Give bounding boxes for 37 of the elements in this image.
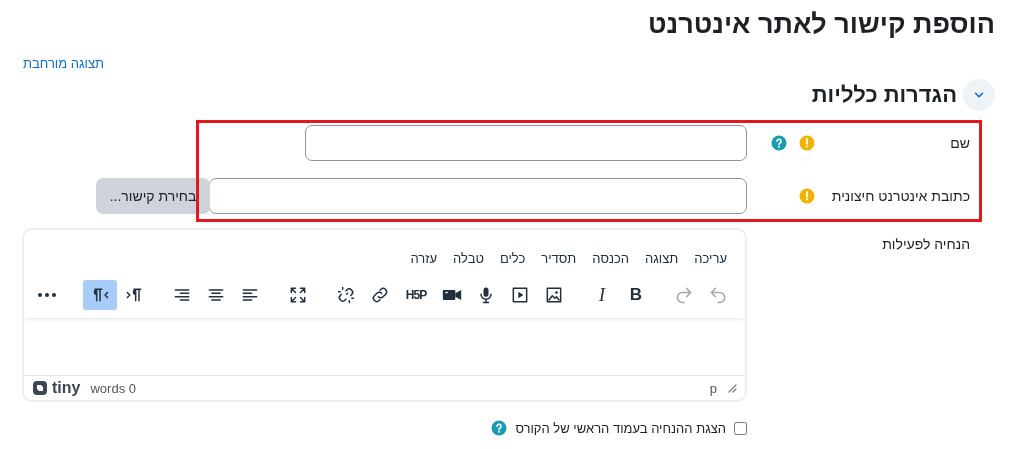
field-label: שם — [950, 135, 970, 151]
play-icon — [510, 285, 530, 305]
expanded-view-link[interactable]: תצוגה מורחבת — [23, 56, 104, 71]
image-icon — [544, 285, 564, 305]
url-field[interactable] — [209, 178, 747, 214]
menu-item[interactable]: תסדיר — [533, 246, 585, 270]
field-label: כתובת אינטרנט חיצונית — [831, 188, 970, 204]
menu-item[interactable]: הכנסה — [584, 246, 638, 270]
resize-handle-icon — [727, 383, 737, 393]
tiny-logo-icon — [32, 380, 48, 396]
unlink-icon — [336, 285, 356, 305]
toolbar-button[interactable] — [83, 280, 117, 310]
menu-item[interactable]: עריכה — [686, 246, 735, 270]
checkbox[interactable] — [734, 421, 747, 435]
italic-button[interactable]: I — [585, 280, 619, 310]
element-path: p — [709, 380, 717, 396]
link-icon — [370, 285, 390, 305]
checkbox-label[interactable]: הצגת ההנחיה בעמוד הראשי של הקורס — [515, 420, 726, 436]
h5p-button[interactable]: H5P — [397, 280, 435, 310]
menu-item[interactable]: טבלה — [445, 246, 492, 270]
fullscreen-icon — [288, 285, 308, 305]
word-count: words 0 — [90, 380, 136, 396]
menu-item[interactable]: כלים — [491, 246, 534, 270]
field-label: הנחיה לפעילות — [882, 235, 970, 252]
undo-icon — [708, 285, 728, 305]
collapse-toggle[interactable] — [963, 79, 995, 111]
bold-button[interactable]: B — [619, 280, 653, 310]
menu-item[interactable]: תצוגה — [637, 246, 687, 270]
tiny-logo-text: tiny — [52, 379, 81, 397]
paragraph-icon — [124, 285, 144, 305]
menu-item[interactable]: עזרה — [402, 246, 446, 270]
more-icon — [38, 293, 56, 297]
text-field[interactable] — [305, 125, 747, 161]
choose-link-button[interactable]: בחירת קישור... — [96, 178, 210, 214]
section-title: הגדרות כלליות — [811, 82, 957, 108]
redo-icon — [674, 285, 694, 305]
page-title: הוספת קישור לאתר אינטרנט — [646, 8, 995, 40]
